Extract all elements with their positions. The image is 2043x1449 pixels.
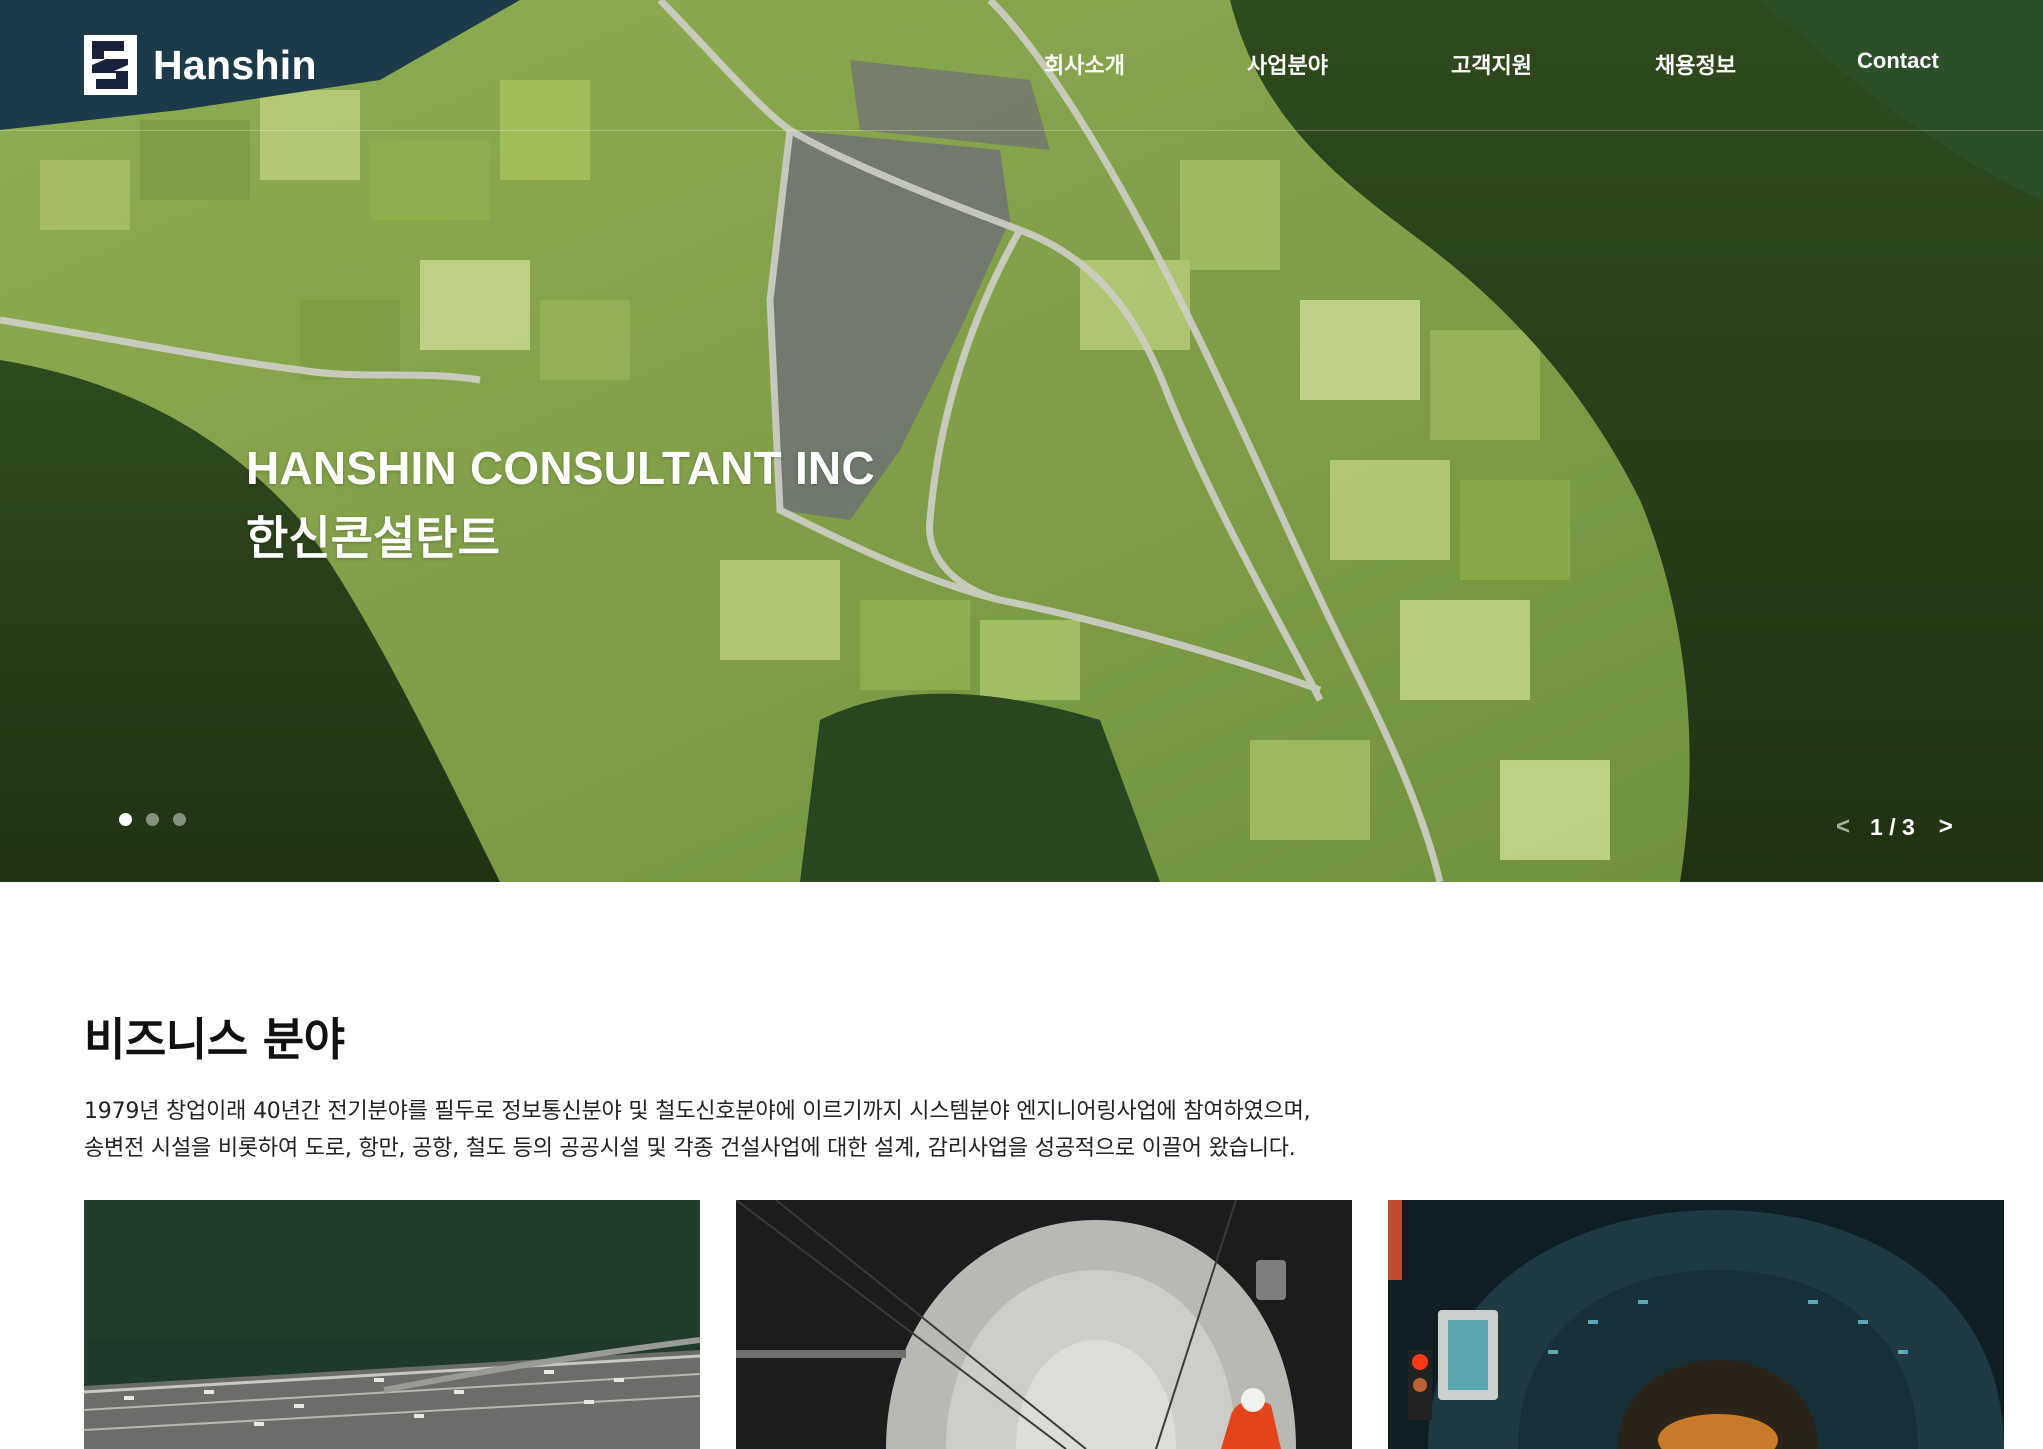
nav-contact[interactable]: Contact [1857, 48, 1939, 74]
nav-business[interactable]: 사업분야 [1247, 48, 1328, 80]
hanshin-logo-icon [84, 35, 137, 95]
slide-dot-3[interactable] [173, 813, 186, 826]
nav-careers[interactable]: 채용정보 [1655, 48, 1736, 80]
business-desc-line-1: 1979년 창업이래 40년간 전기분야를 필두로 정보통신분야 및 철도신호분… [84, 1099, 1311, 1124]
business-card-railway[interactable] [1388, 1200, 2004, 1449]
slide-counter: 1 / 3 [1870, 813, 1915, 840]
hero-slider: Hanshin 회사소개 사업분야 고객지원 채용정보 Contact HANS… [0, 0, 2043, 882]
logo-text: Hanshin [153, 41, 317, 88]
site-header: Hanshin 회사소개 사업분야 고객지원 채용정보 Contact [0, 0, 2043, 131]
business-description: 1979년 창업이래 40년간 전기분야를 필두로 정보통신분야 및 철도신호분… [84, 1093, 1311, 1167]
slide-pager: < 1 / 3 > [1836, 812, 1953, 842]
tunnel-worker-image [736, 1200, 1352, 1449]
business-card-road[interactable] [84, 1200, 700, 1449]
railway-tunnel-image [1388, 1200, 2004, 1449]
nav-company[interactable]: 회사소개 [1044, 48, 1125, 80]
slide-dot-2[interactable] [146, 813, 159, 826]
logo-link[interactable]: Hanshin [84, 35, 317, 95]
hero-title-ko: 한신콘설탄트 [246, 511, 500, 565]
nav-support[interactable]: 고객지원 [1451, 48, 1532, 80]
prev-slide-button[interactable]: < [1836, 813, 1850, 841]
next-slide-button[interactable]: > [1939, 813, 1953, 841]
business-card-tunnel[interactable] [736, 1200, 1352, 1449]
business-section-title: 비즈니스 분야 [84, 1013, 345, 1066]
business-desc-line-2: 송변전 시설을 비롯하여 도로, 항만, 공항, 철도 등의 공공시설 및 각종… [84, 1136, 1296, 1161]
hero-title: HANSHIN CONSULTANT INC 한신콘설탄트 [246, 440, 875, 566]
hero-title-en: HANSHIN CONSULTANT INC [246, 442, 875, 494]
slide-dots [119, 813, 186, 826]
highway-bridge-image [84, 1200, 700, 1449]
slide-dot-1[interactable] [119, 813, 132, 826]
